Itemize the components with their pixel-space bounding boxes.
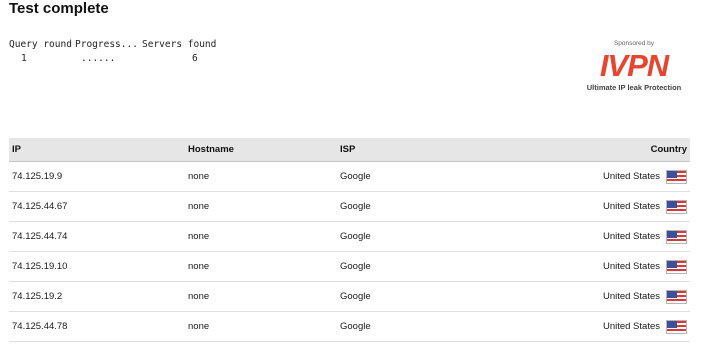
progress-header: Progress... (75, 39, 138, 50)
country-cell: United States (553, 161, 690, 192)
hostname-cell: none (185, 251, 337, 282)
table-row: 74.125.19.9 none Google United States (9, 161, 690, 192)
hostname-cell: none (185, 311, 337, 342)
country-cell: United States (553, 311, 690, 342)
servers-found-header: Servers found (142, 39, 217, 50)
table-row: 74.125.44.67 none Google United States (9, 191, 690, 222)
country-name: United States (602, 171, 660, 182)
ip-cell: 74.125.44.74 (9, 221, 185, 252)
country-cell: United States (553, 221, 690, 252)
country-name: United States (602, 231, 660, 242)
table-row: 74.125.44.78 none Google United States (9, 311, 690, 342)
table-row: 74.125.19.10 none Google United States (9, 251, 690, 282)
us-flag-icon (666, 289, 687, 304)
country-cell: United States (553, 191, 690, 222)
hostname-cell: none (185, 161, 337, 192)
us-flag-icon (666, 169, 687, 184)
query-round-header: Query round (9, 39, 72, 50)
isp-cell: Google (337, 311, 553, 342)
ip-cell: 74.125.19.2 (9, 281, 185, 312)
hostname-cell: none (185, 281, 337, 312)
sponsor-banner[interactable]: Sponsored by IVPN Ultimate IP leak Prote… (578, 40, 690, 93)
country-name: United States (602, 291, 660, 302)
country-name: United States (602, 321, 660, 332)
ip-column-header: IP (9, 138, 185, 162)
ivpn-logo[interactable]: IVPN (578, 50, 690, 82)
country-name: United States (602, 261, 660, 272)
progress-value: ...... (81, 53, 116, 64)
us-flag-icon (666, 259, 687, 274)
isp-cell: Google (337, 251, 553, 282)
isp-cell: Google (337, 281, 553, 312)
isp-cell: Google (337, 191, 553, 222)
isp-column-header: ISP (337, 138, 553, 162)
country-cell: United States (553, 251, 690, 282)
ip-cell: 74.125.19.10 (9, 251, 185, 282)
us-flag-icon (666, 229, 687, 244)
ip-cell: 74.125.44.67 (9, 191, 185, 222)
ip-cell: 74.125.44.78 (9, 311, 185, 342)
ip-cell: 74.125.19.9 (9, 161, 185, 192)
hostname-column-header: Hostname (185, 138, 337, 162)
isp-cell: Google (337, 221, 553, 252)
page-title: Test complete (9, 0, 109, 17)
hostname-cell: none (185, 221, 337, 252)
sponsor-label: Sponsored by (613, 40, 655, 47)
query-round-value: 1 (21, 53, 27, 64)
table-header-row: IP Hostname ISP Country (9, 138, 690, 162)
us-flag-icon (666, 199, 687, 214)
country-column-header: Country (553, 138, 690, 162)
table-row: 74.125.19.2 none Google United States (9, 281, 690, 312)
us-flag-icon (666, 319, 687, 334)
table-row: 74.125.44.74 none Google United States (9, 221, 690, 252)
country-cell: United States (553, 281, 690, 312)
results-table: IP Hostname ISP Country 74.125.19.9 none… (9, 138, 690, 342)
country-name: United States (602, 201, 660, 212)
servers-found-value: 6 (192, 53, 198, 64)
hostname-cell: none (185, 191, 337, 222)
page: Test complete Query round Progress... Se… (0, 0, 706, 356)
isp-cell: Google (337, 161, 553, 192)
sponsor-tagline: Ultimate IP leak Protection (586, 83, 682, 92)
